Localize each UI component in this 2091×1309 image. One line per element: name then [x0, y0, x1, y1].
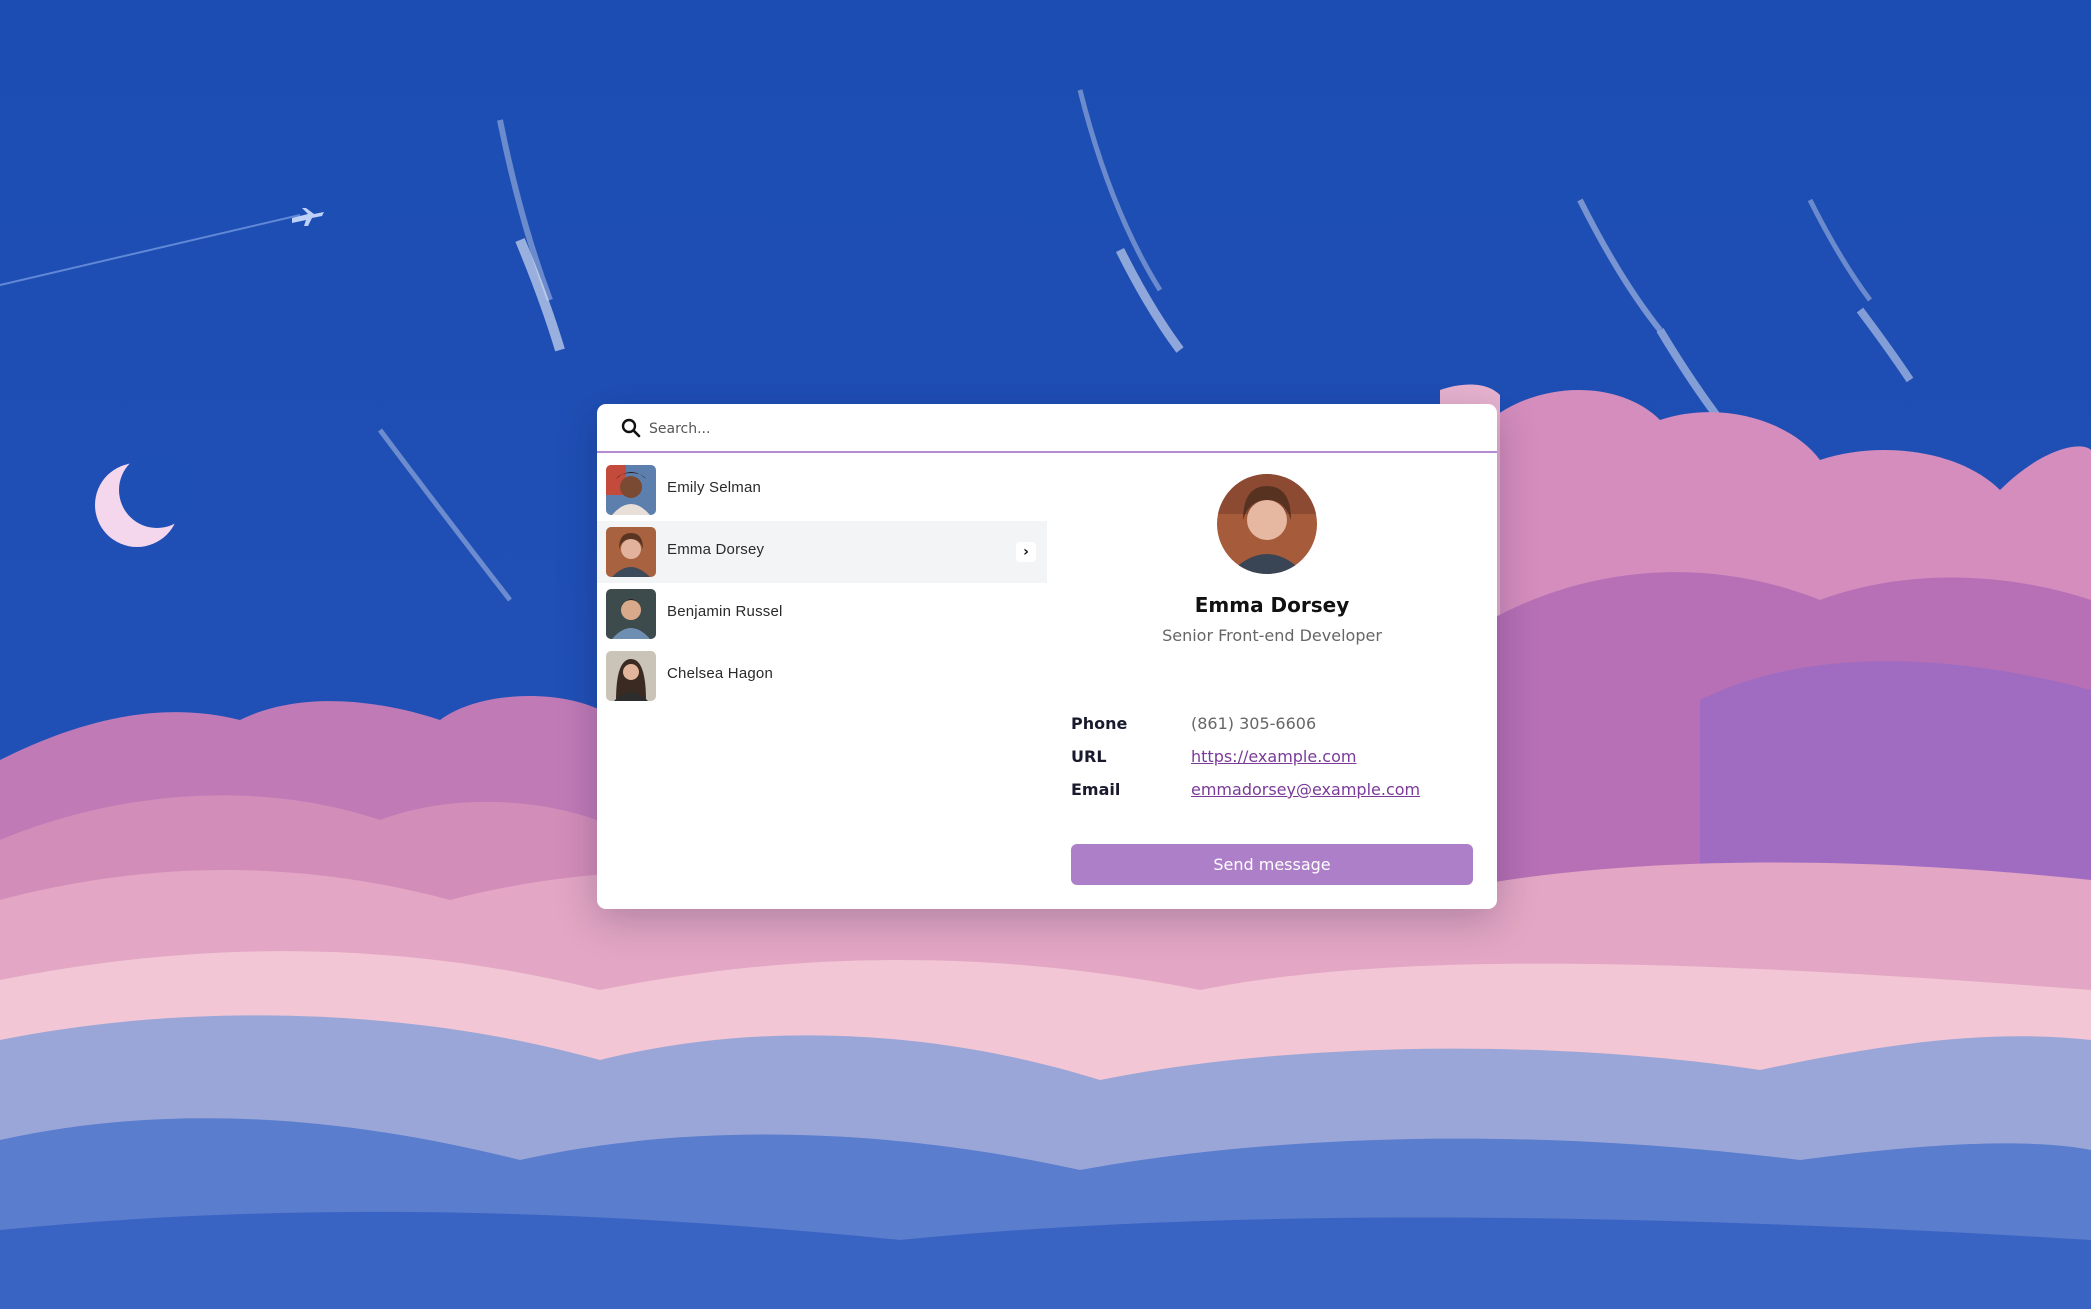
contact-command-palette: Emily Selman Emma Dorsey › [597, 404, 1497, 909]
email-link[interactable]: emmadorsey@example.com [1191, 780, 1420, 799]
contact-full-name: Emma Dorsey [1194, 593, 1350, 617]
contact-row-emma-dorsey[interactable]: Emma Dorsey › [597, 521, 1047, 583]
info-row-url: URL https://example.com [1071, 747, 1473, 780]
profile-photo [1217, 474, 1317, 574]
contact-detail-pane: Emma Dorsey Senior Front-end Developer P… [1071, 404, 1473, 909]
phone-value: (861) 305-6606 [1191, 714, 1317, 733]
info-row-phone: Phone (861) 305-6606 [1071, 714, 1473, 747]
contact-row-emily-selman[interactable]: Emily Selman [597, 459, 1047, 521]
contact-name: Chelsea Hagon [667, 665, 774, 682]
avatar [606, 527, 656, 577]
contact-name: Emma Dorsey [667, 541, 765, 558]
avatar [606, 651, 656, 701]
avatar [606, 589, 656, 639]
info-label: Email [1071, 780, 1121, 799]
contact-row-benjamin-russel[interactable]: Benjamin Russel [597, 583, 1047, 645]
contact-role: Senior Front-end Developer [1162, 626, 1382, 645]
contact-row-chelsea-hagon[interactable]: Chelsea Hagon [597, 645, 1047, 707]
contact-name: Benjamin Russel [667, 603, 783, 620]
avatar [606, 465, 656, 515]
info-label: URL [1071, 747, 1107, 766]
chevron-right-icon[interactable]: › [1016, 542, 1036, 562]
url-link[interactable]: https://example.com [1191, 747, 1356, 766]
contact-name: Emily Selman [667, 479, 762, 496]
contact-info-list: Phone (861) 305-6606 URL https://example… [1071, 714, 1473, 813]
info-label: Phone [1071, 714, 1128, 733]
search-icon [620, 417, 642, 439]
contact-list: Emily Selman Emma Dorsey › Benjamin Russ… [597, 459, 1047, 707]
info-row-email: Email emmadorsey@example.com [1071, 780, 1473, 813]
send-message-button[interactable]: Send message [1071, 844, 1473, 885]
